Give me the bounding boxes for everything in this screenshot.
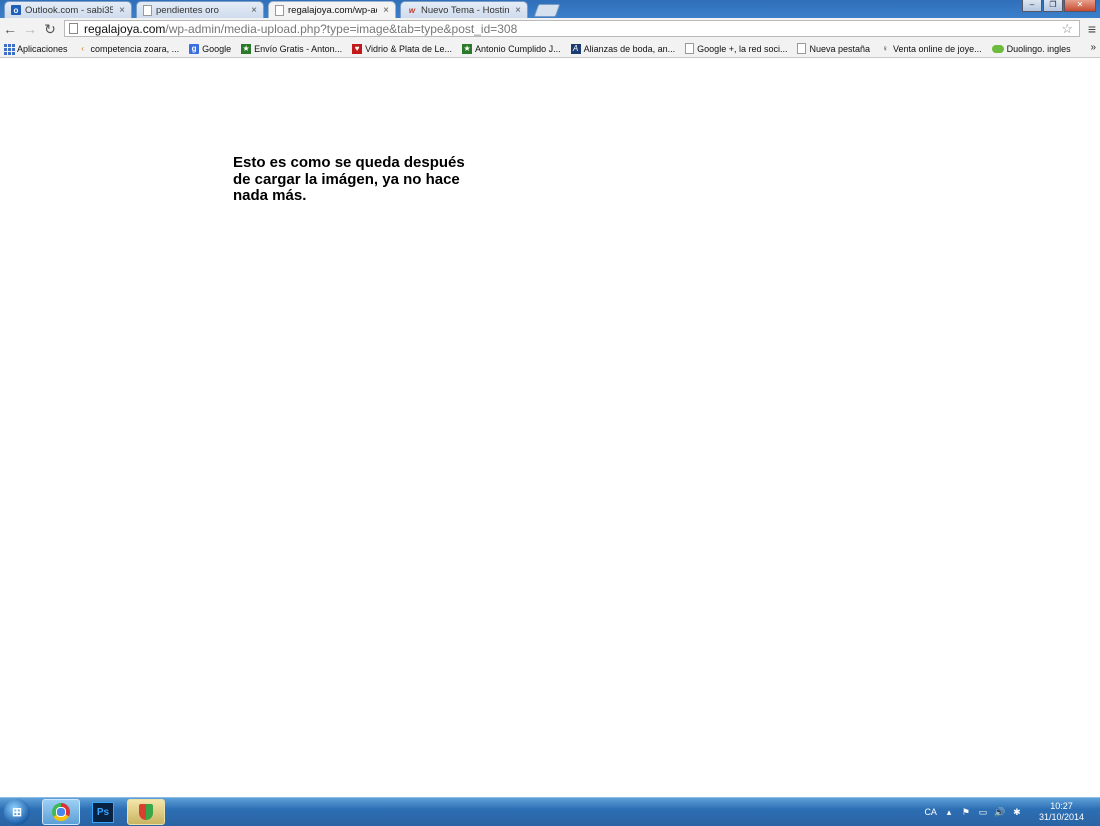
back-arrow-icon: ← xyxy=(3,21,17,37)
bookmark-label: Google +, la red soci... xyxy=(697,43,788,54)
page-content: Esto es como se queda después de cargar … xyxy=(0,58,1100,797)
tab-title: regalajoya.com/wp-admi xyxy=(288,5,377,16)
bookmark-icon: ‹ xyxy=(81,44,84,53)
bookmark-antonio-cumplido[interactable]: ★ Antonio Cumplido J... xyxy=(462,43,561,54)
bookmark-envio-gratis[interactable]: ★ Envío Gratis - Anton... xyxy=(241,43,343,54)
tab-outlook[interactable]: o Outlook.com - sabi357@h × xyxy=(4,1,132,18)
taskbar-photoshop[interactable]: Ps xyxy=(90,799,116,825)
clock[interactable]: 10:27 31/10/2014 xyxy=(1039,801,1084,823)
bookmark-label: Vidrio & Plata de Le... xyxy=(365,43,453,54)
restore-button[interactable]: ❐ xyxy=(1043,0,1063,12)
bookmark-label: Nueva pestaña xyxy=(809,43,871,54)
tab-hosting[interactable]: w Nuevo Tema - Hosting W × xyxy=(400,1,528,18)
bookmark-label: Google xyxy=(202,43,232,54)
reload-button[interactable]: ↻ xyxy=(40,19,60,39)
back-button[interactable]: ← xyxy=(0,19,20,39)
bookmark-aplicaciones[interactable]: Aplicaciones xyxy=(3,43,68,55)
tab-title: Outlook.com - sabi357@h xyxy=(25,4,113,16)
tab-title: Nuevo Tema - Hosting W xyxy=(421,4,509,16)
bookmark-google[interactable]: g Google xyxy=(189,43,232,54)
bookmark-nueva-pestana[interactable]: Nueva pestaña xyxy=(797,43,870,54)
page-icon xyxy=(69,23,78,34)
outlook-icon: o xyxy=(11,5,21,15)
chrome-menu-icon[interactable]: ≡ xyxy=(1088,21,1096,37)
taskbar-security-center[interactable] xyxy=(127,799,165,825)
tab-pendientes-oro[interactable]: pendientes oro × xyxy=(136,1,264,18)
security-center-icon xyxy=(139,804,153,820)
site-icon: ♀ xyxy=(882,44,889,53)
page-icon xyxy=(685,43,695,54)
clock-date: 31/10/2014 xyxy=(1038,812,1084,822)
bookmark-label: Alianzas de boda, an... xyxy=(583,43,676,54)
volume-icon[interactable]: 🔊 xyxy=(994,807,1005,817)
chrome-icon xyxy=(52,803,70,821)
bluetooth-icon[interactable]: ✱ xyxy=(1012,807,1022,817)
forward-arrow-icon: → xyxy=(23,21,37,37)
windows-taskbar: ⊞ Ps CA ▴ ⚑ ▭ 🔊 ✱ 10:27 31/10/2014 xyxy=(0,797,1100,826)
bookmark-venta-online[interactable]: ♀ Venta online de joye... xyxy=(880,44,982,54)
bookmark-label: Venta online de joye... xyxy=(893,43,982,54)
hosting-icon: w xyxy=(408,5,416,15)
window-controls: – ❐ ✕ xyxy=(1022,0,1096,12)
tab-strip: o Outlook.com - sabi357@h × pendientes o… xyxy=(0,0,1100,19)
apps-icon xyxy=(3,43,15,55)
url-path: /wp-admin/media-upload.php?type=image&ta… xyxy=(165,21,518,36)
page-icon xyxy=(797,43,807,54)
page-icon xyxy=(143,4,152,16)
bookmark-label: Duolingo. ingles xyxy=(1006,43,1071,54)
close-icon[interactable]: × xyxy=(249,5,259,16)
system-tray: CA ▴ ⚑ ▭ 🔊 ✱ 10:27 31/10/2014 xyxy=(924,798,1100,826)
browser-toolbar: ← → ↻ regalajoya.com/wp-admin/media-uplo… xyxy=(0,18,1100,40)
new-tab-button[interactable] xyxy=(533,4,561,17)
site-icon: A xyxy=(570,43,581,54)
address-bar[interactable]: regalajoya.com/wp-admin/media-upload.php… xyxy=(64,20,1080,37)
close-icon[interactable]: × xyxy=(381,5,391,16)
bookmark-label: competencia zoara, ... xyxy=(90,43,180,54)
language-indicator[interactable]: CA xyxy=(924,807,937,817)
bookmark-star-icon[interactable]: ☆ xyxy=(1061,21,1073,37)
bookmark-alianzas-boda[interactable]: A Alianzas de boda, an... xyxy=(570,43,676,54)
bookmark-vidrio-plata[interactable]: ♥ Vidrio & Plata de Le... xyxy=(352,43,453,54)
clock-time: 10:27 xyxy=(1050,801,1073,811)
windows-logo-icon: ⊞ xyxy=(11,805,23,819)
bookmark-label: Aplicaciones xyxy=(17,43,68,54)
close-window-button[interactable]: ✕ xyxy=(1064,0,1096,12)
site-icon: ★ xyxy=(241,43,252,54)
site-icon: ★ xyxy=(462,43,473,54)
bookmark-label: Envío Gratis - Anton... xyxy=(254,43,343,54)
bookmark-duolingo[interactable]: Duolingo. ingles xyxy=(991,43,1071,54)
page-message: Esto es como se queda después de cargar … xyxy=(233,154,465,204)
close-icon[interactable]: × xyxy=(513,5,523,16)
bookmark-competencia-zoara[interactable]: ‹ competencia zoara, ... xyxy=(78,43,180,54)
photoshop-icon: Ps xyxy=(92,801,114,823)
google-icon: g xyxy=(189,43,200,54)
url-host: regalajoya.com xyxy=(84,21,166,36)
minimize-button[interactable]: – xyxy=(1022,0,1042,12)
tab-regalajoya-active[interactable]: regalajoya.com/wp-admi × xyxy=(268,1,396,19)
reload-icon: ↻ xyxy=(44,20,56,37)
page-icon xyxy=(275,5,284,16)
taskbar-chrome[interactable] xyxy=(42,799,80,825)
duolingo-icon xyxy=(991,44,1004,53)
bookmark-label: Antonio Cumplido J... xyxy=(475,43,561,54)
forward-button[interactable]: → xyxy=(20,19,40,39)
bookmarks-bar: Aplicaciones ‹ competencia zoara, ... g … xyxy=(0,40,1100,58)
bookmarks-overflow-button[interactable]: » xyxy=(1090,42,1096,53)
show-hidden-icons-icon[interactable]: ▴ xyxy=(944,807,954,817)
tab-title: pendientes oro xyxy=(156,4,219,16)
close-icon[interactable]: × xyxy=(117,5,127,16)
network-icon[interactable]: ▭ xyxy=(978,807,988,817)
action-center-flag-icon[interactable]: ⚑ xyxy=(961,807,971,817)
start-button[interactable]: ⊞ xyxy=(4,799,30,825)
site-icon: ♥ xyxy=(352,43,363,54)
bookmark-google-plus[interactable]: Google +, la red soci... xyxy=(685,43,787,54)
